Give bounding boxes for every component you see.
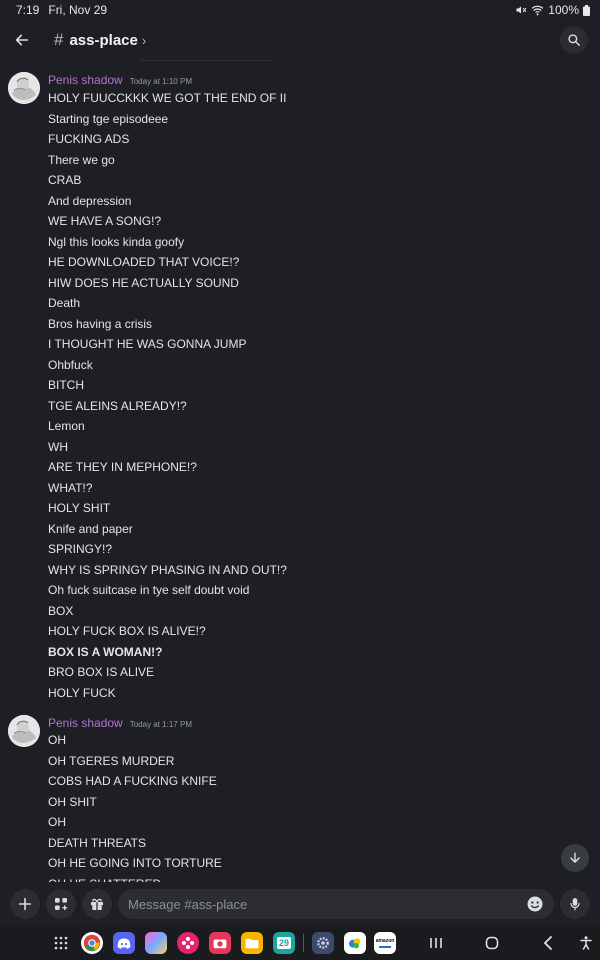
dock-divider [303,934,304,952]
chevron-right-icon[interactable]: › [142,33,146,48]
attach-button[interactable] [10,889,40,919]
message-text[interactable]: OH TGERES MURDER [48,751,222,772]
message-text[interactable]: HOLY FUCK [48,683,287,704]
message-text[interactable]: Lemon [48,416,287,437]
date: Fri, Nov 29 [48,3,108,17]
message-text[interactable]: TGE ALEINS ALREADY!? [48,396,287,417]
message-text[interactable]: Ngl this looks kinda goofy [48,232,287,253]
calendar-app-icon[interactable]: 29 [273,932,295,954]
apps-icon [55,898,67,910]
home-button-icon[interactable] [482,936,502,950]
camera-app-icon[interactable] [209,932,231,954]
message-text[interactable]: WHAT!? [48,478,287,499]
message-text[interactable]: BITCH [48,375,287,396]
back-arrow-icon[interactable] [12,30,32,50]
message-text[interactable]: WE HAVE A SONG!? [48,211,287,232]
divider [140,60,272,61]
message-text[interactable]: BRO BOX IS ALIVE [48,662,287,683]
jump-to-present-button[interactable] [561,844,589,872]
message-text[interactable]: HIW DOES HE ACTUALLY SOUND [48,273,287,294]
message-text[interactable]: WHY IS SPRINGY PHASING IN AND OUT!? [48,560,287,581]
flower-app-icon[interactable] [177,932,199,954]
message-text[interactable]: HOLY FUUCCKKK WE GOT THE END OF II [48,88,287,109]
avatar[interactable] [8,715,40,747]
message-lines: OH OH TGERES MURDER COBS HAD A FUCKING K… [48,730,222,882]
timestamp: Today at 1:10 PM [129,77,192,86]
message-text[interactable]: OH HE GOING INTO TORTURE [48,853,222,874]
channel-name[interactable]: ass-place [69,32,137,49]
files-app-icon[interactable] [241,932,263,954]
emoji-icon[interactable] [526,895,544,913]
message-text[interactable]: HOLY SHIT [48,498,287,519]
message-text[interactable]: OH HE SHATTERED [48,874,222,883]
message-text[interactable]: Starting tge episodeee [48,109,287,130]
navigation-bar: 29 amazon [0,926,600,960]
gear-icon [317,937,329,949]
amazon-business-app-icon[interactable]: amazon [374,932,396,954]
back-button-icon[interactable] [538,936,558,950]
message-text[interactable]: DEATH THREATS [48,833,222,854]
message-text[interactable]: HE DOWNLOADED THAT VOICE!? [48,252,287,273]
recent-apps-icon[interactable] [426,937,446,949]
message-text[interactable]: I THOUGHT HE WAS GONNA JUMP [48,334,287,355]
clock: 7:19 [16,3,40,17]
calendar-day: 29 [276,937,291,949]
microphone-icon [570,898,580,911]
username[interactable]: Penis shadow [48,73,123,87]
search-button[interactable] [560,26,588,54]
discord-app-icon[interactable] [113,932,135,954]
message-text[interactable]: Knife and paper [48,519,287,540]
channel-header: # ass-place › [0,20,600,60]
message-text[interactable]: Death [48,293,287,314]
avatar[interactable] [8,72,40,104]
mute-icon [515,4,527,16]
status-bar: 7:19 Fri, Nov 29 100% [0,0,600,20]
ibispaint-app-icon[interactable] [344,932,366,954]
battery-icon [583,4,590,16]
message-header: Penis shadow Today at 1:17 PM [48,716,192,730]
message-text[interactable]: BOX [48,601,287,622]
timestamp: Today at 1:17 PM [129,720,192,729]
business-bar [379,946,391,948]
message-composer: Message #ass-place [0,882,600,926]
message-text[interactable]: COBS HAD A FUCKING KNIFE [48,771,222,792]
accessibility-icon[interactable] [578,936,594,950]
message-input[interactable]: Message #ass-place [118,889,554,919]
message-text[interactable]: There we go [48,150,287,171]
message-text[interactable]: CRAB [48,170,287,191]
message-text[interactable]: WH [48,437,287,458]
message-list[interactable]: Penis shadow Today at 1:10 PM HOLY FUUCC… [0,62,600,882]
chrome-icon[interactable] [81,932,103,954]
message-header: Penis shadow Today at 1:10 PM [48,73,192,87]
message-text[interactable]: FUCKING ADS [48,129,287,150]
message-text[interactable]: OH SHIT [48,792,222,813]
message-text[interactable]: OH [48,730,222,751]
app-drawer-icon[interactable] [53,936,69,950]
gift-button[interactable] [82,889,112,919]
plus-icon [18,897,32,911]
apps-button[interactable] [46,889,76,919]
message-text[interactable]: SPRINGY!? [48,539,287,560]
message-lines: HOLY FUUCCKKK WE GOT THE END OF II Start… [48,88,287,703]
message-text-bold[interactable]: BOX IS A WOMAN!? [48,642,287,663]
message-text[interactable]: And depression [48,191,287,212]
battery-level: 100% [548,3,579,17]
amazon-label: amazon [375,938,395,944]
message-text[interactable]: Ohbfuck [48,355,287,376]
message-text[interactable]: OH [48,812,222,833]
arrow-down-icon [570,852,580,863]
message-text[interactable]: HOLY FUCK BOX IS ALIVE!? [48,621,287,642]
channel-hash-icon: # [54,30,64,49]
wifi-icon [531,4,544,16]
username[interactable]: Penis shadow [48,716,123,730]
gift-icon [91,898,103,910]
voice-message-button[interactable] [560,889,590,919]
message-text[interactable]: Oh fuck suitcase in tye self doubt void [48,580,287,601]
gallery-app-icon[interactable] [145,932,167,954]
message-input-placeholder: Message #ass-place [128,896,248,912]
message-text[interactable]: ARE THEY IN MEPHONE!? [48,457,287,478]
settings-app-icon[interactable] [312,932,334,954]
message-text[interactable]: Bros having a crisis [48,314,287,335]
search-icon [568,34,580,46]
